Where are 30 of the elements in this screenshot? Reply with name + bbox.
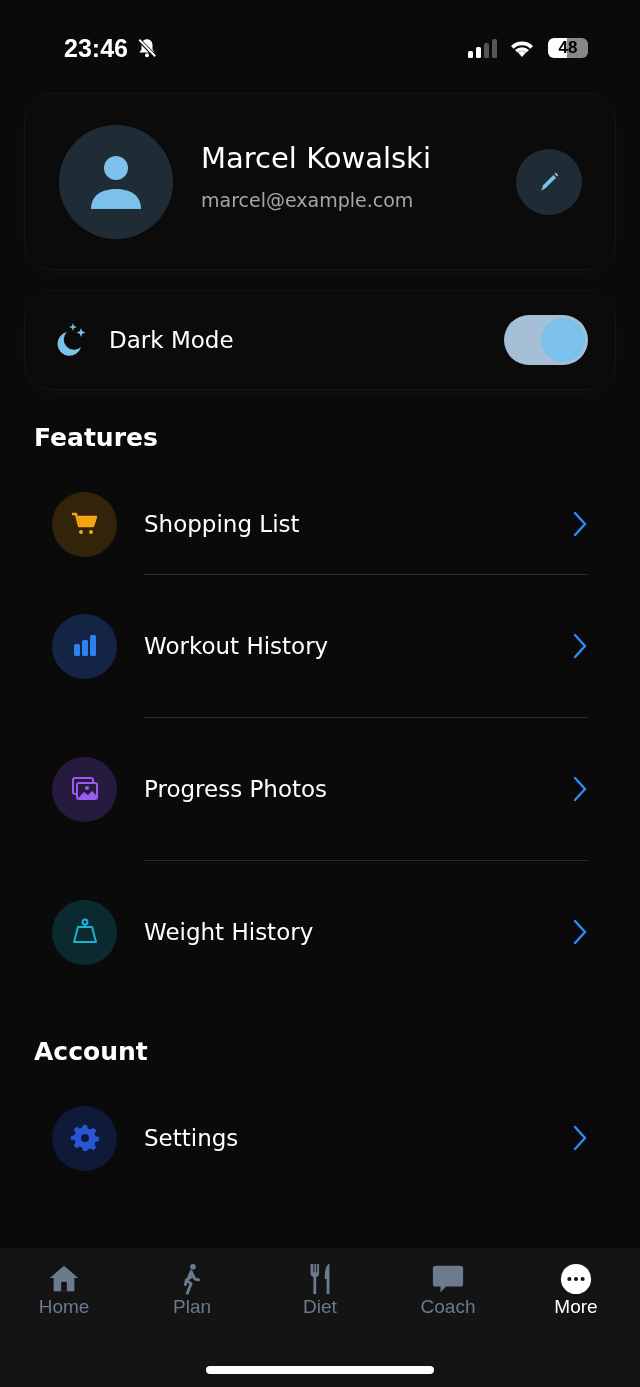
dark-mode-toggle[interactable] [504,315,588,365]
menu-item-label: Progress Photos [144,776,329,802]
signal-icon [468,38,500,58]
menu-item[interactable]: Workout History [0,575,640,717]
dark-mode-label: Dark Mode [109,327,234,353]
chevron-right-icon [572,1125,588,1151]
menu-item-label: Settings [144,1125,240,1151]
tab[interactable]: Home [0,1262,128,1318]
menu-item[interactable]: Progress Photos [0,718,640,860]
chevron-right-icon [572,919,588,945]
profile-email: marcel@example.com [201,188,415,211]
tab[interactable]: Coach [384,1262,512,1318]
more-icon [559,1262,593,1296]
menu-item[interactable]: Settings [0,1088,640,1188]
menu-item-label: Weight History [144,919,315,945]
section-heading: Account [34,1037,149,1066]
chevron-right-icon [572,633,588,659]
chevron-right-icon [572,776,588,802]
menu-item-label: Shopping List [144,511,301,537]
tab[interactable]: More [512,1262,640,1318]
status-time: 23:46 [64,33,128,63]
menu-item[interactable]: Shopping List [0,474,640,574]
tab[interactable]: Plan [128,1262,256,1318]
chevron-right-icon [572,511,588,537]
menu-item-label: Workout History [144,633,330,659]
profile-name: Marcel Kowalski [201,140,432,175]
menu-item[interactable]: Weight History [0,861,640,1003]
section-heading: Features [34,423,159,452]
tab[interactable]: Diet [256,1262,384,1318]
avatar-icon [59,124,173,239]
